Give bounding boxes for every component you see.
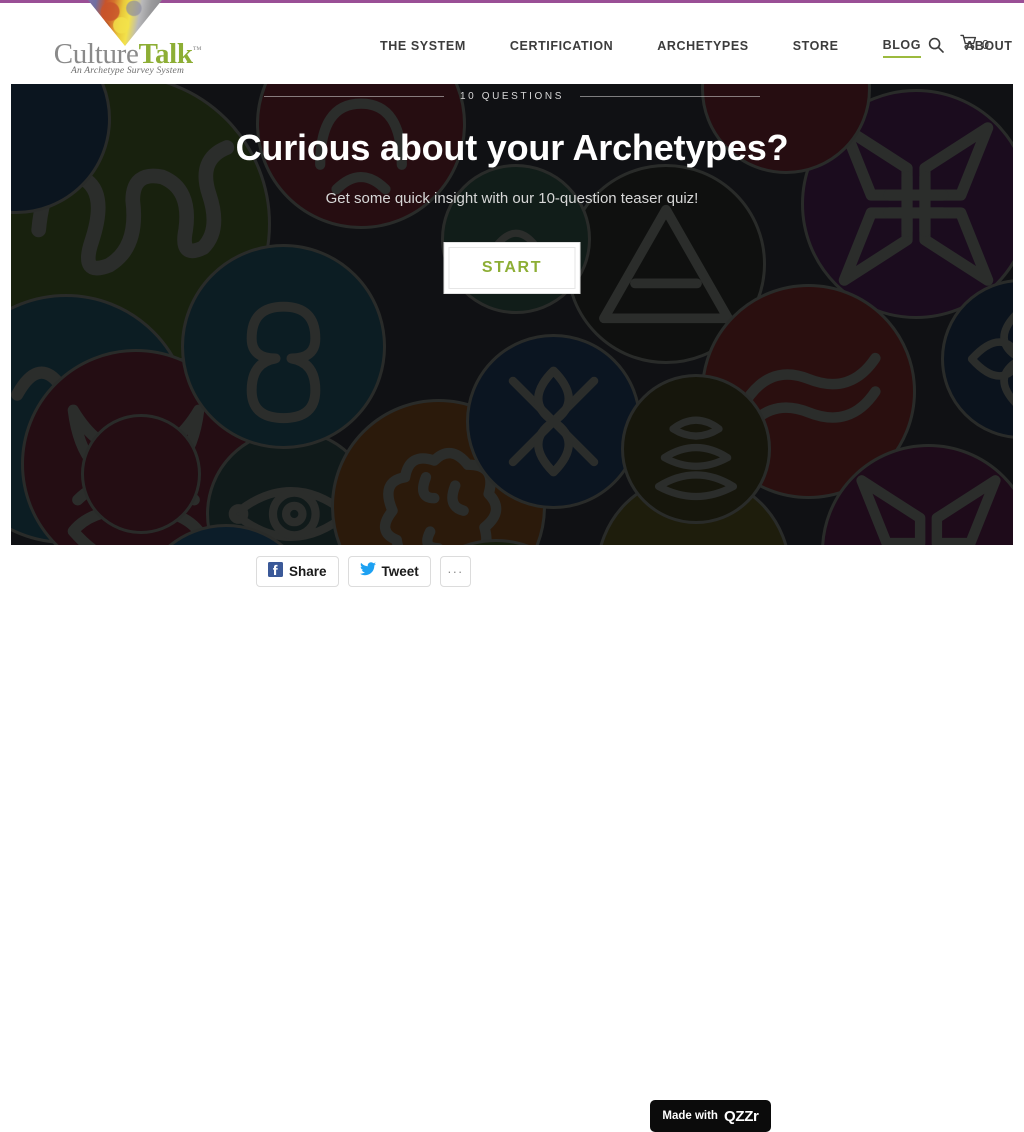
logo-tagline: An Archetype Survey System <box>70 66 185 76</box>
quiz-title: Curious about your Archetypes? <box>235 127 789 168</box>
header-tools: 0 <box>928 34 989 55</box>
logo-trademark: ™ <box>192 44 202 55</box>
search-icon[interactable] <box>928 37 944 53</box>
quiz-hero: 10 QUESTIONS Curious about your Archetyp… <box>11 84 1013 545</box>
facebook-share-button[interactable]: Share <box>256 556 339 587</box>
shopping-cart-button[interactable]: 0 <box>960 34 989 55</box>
twitter-share-label: Tweet <box>381 564 419 579</box>
share-button-group: Share Tweet ··· <box>256 556 471 587</box>
start-quiz-label: START <box>481 259 543 276</box>
shopping-cart-icon <box>960 34 977 55</box>
quiz-footer: Share Tweet ··· Made with QZZr <box>0 546 1024 1132</box>
nav-item-blog[interactable]: BLOG <box>882 36 922 58</box>
site-header: CultureTalk™ An Archetype Survey System … <box>0 0 1024 84</box>
twitter-icon <box>359 562 376 581</box>
logo-wordmark: CultureTalk™ <box>40 40 215 69</box>
quiz-question-count: 10 QUESTIONS <box>460 91 564 102</box>
nav-item-certification[interactable]: CERTIFICATION <box>510 37 613 57</box>
qzzr-wordmark: QZZr <box>723 1107 759 1125</box>
eyebrow-rule-left <box>264 96 444 97</box>
quiz-subtitle: Get some quick insight with our 10-quest… <box>325 190 699 207</box>
twitter-share-button[interactable]: Tweet <box>347 556 431 587</box>
start-quiz-button[interactable]: START <box>443 242 581 294</box>
nav-item-the-system[interactable]: THE SYSTEM <box>380 37 466 57</box>
quiz-eyebrow-row: 10 QUESTIONS <box>11 91 1013 102</box>
nav-item-store[interactable]: STORE <box>793 37 839 57</box>
more-dots-icon: ··· <box>447 564 464 579</box>
made-with-text: Made with <box>662 1110 718 1122</box>
quiz-content: 10 QUESTIONS Curious about your Archetyp… <box>11 84 1013 545</box>
brand-logo[interactable]: CultureTalk™ An Archetype Survey System <box>40 0 215 84</box>
more-share-options-button[interactable]: ··· <box>439 556 471 587</box>
main-navigation: THE SYSTEM CERTIFICATION ARCHETYPES STOR… <box>380 36 1013 58</box>
eyebrow-rule-right <box>580 96 760 97</box>
nav-item-archetypes[interactable]: ARCHETYPES <box>657 37 748 57</box>
facebook-share-label: Share <box>289 564 327 579</box>
facebook-icon <box>268 561 283 582</box>
cart-count: 0 <box>982 37 989 52</box>
made-with-qzzr-badge[interactable]: Made with QZZr <box>650 1100 771 1132</box>
